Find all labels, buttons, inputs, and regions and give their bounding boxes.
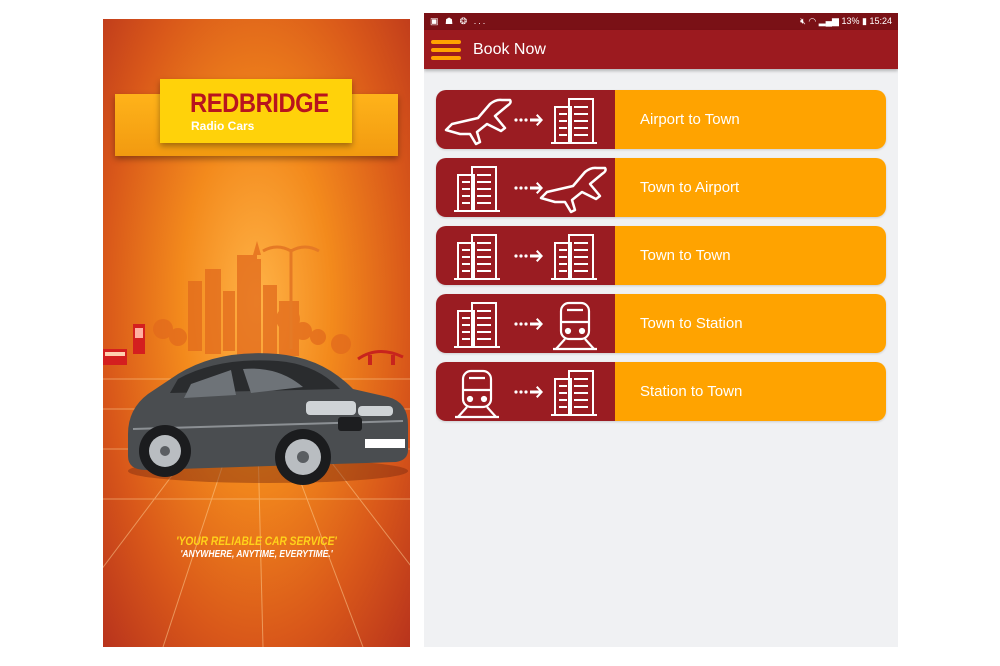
splash-screen: REDBRIDGE Radio Cars 'YOUR RELIABLE CAR … [103,19,410,647]
route-label: Town to Station [615,294,886,353]
more-notifications: ... [473,16,488,26]
arrow-icon [514,114,543,126]
buildings-icon [454,302,500,348]
arrow-icon [514,250,543,262]
brand-name: REDBRIDGE [190,88,329,118]
train-icon [553,301,597,351]
battery-percent: 13% [841,16,860,26]
image-icon: ▣ [430,16,441,26]
buildings-icon [551,98,597,144]
train-icon [455,369,499,419]
route-label: Station to Town [615,362,886,421]
buildings-icon [454,234,500,280]
system-status: 🔇︎ ◠ ▂▄▆ 13% ▮ 15:24 [800,13,892,30]
book-now-screen: ▣ ☗ ❂ ... 🔇︎ ◠ ▂▄▆ 13% ▮ 15:24 Book Now [424,13,898,647]
route-town-to-station[interactable]: Town to Station [436,294,886,353]
arrow-icon [514,318,543,330]
logo: REDBRIDGE Radio Cars [160,79,352,143]
route-label: Airport to Town [615,90,886,149]
buildings-icon [551,370,597,416]
route-icon-panel [436,294,615,353]
status-bar: ▣ ☗ ❂ ... 🔇︎ ◠ ▂▄▆ 13% ▮ 15:24 [424,13,898,30]
route-town-to-airport[interactable]: Town to Airport [436,158,886,217]
route-town-to-town[interactable]: Town to Town [436,226,886,285]
buildings-icon [454,166,500,212]
signal-icon: ▂▄▆ [818,16,839,26]
arrow-icon [514,386,543,398]
arrow-icon [514,182,543,194]
brand-subtitle: Radio Cars [191,119,255,133]
wifi-icon: ◠ [808,16,817,26]
page-title: Book Now [473,41,546,58]
buildings-icon [551,234,597,280]
airplane-icon [539,166,607,214]
notification-icons: ▣ ☗ ❂ ... [430,13,487,30]
battery-icon: ▮ [862,16,867,26]
route-icon-panel [436,90,615,149]
tagline-primary: 'YOUR RELIABLE CAR SERVICE' [176,534,337,548]
app-bar: Book Now [424,30,898,69]
route-airport-to-town[interactable]: Airport to Town [436,90,886,149]
bug-icon: ☗ [445,16,456,26]
airplane-icon [444,98,512,146]
route-icon-panel [436,362,615,421]
route-label: Town to Airport [615,158,886,217]
route-icon-panel [436,158,615,217]
tagline-secondary: 'ANYWHERE, ANYTIME, EVERYTIME.' [180,549,333,560]
mute-icon: 🔇︎ [800,16,806,26]
chat-icon: ❂ [459,16,470,26]
clock: 15:24 [869,16,892,26]
route-label: Town to Town [615,226,886,285]
route-station-to-town[interactable]: Station to Town [436,362,886,421]
route-icon-panel [436,226,615,285]
hamburger-menu-icon[interactable] [431,40,461,60]
